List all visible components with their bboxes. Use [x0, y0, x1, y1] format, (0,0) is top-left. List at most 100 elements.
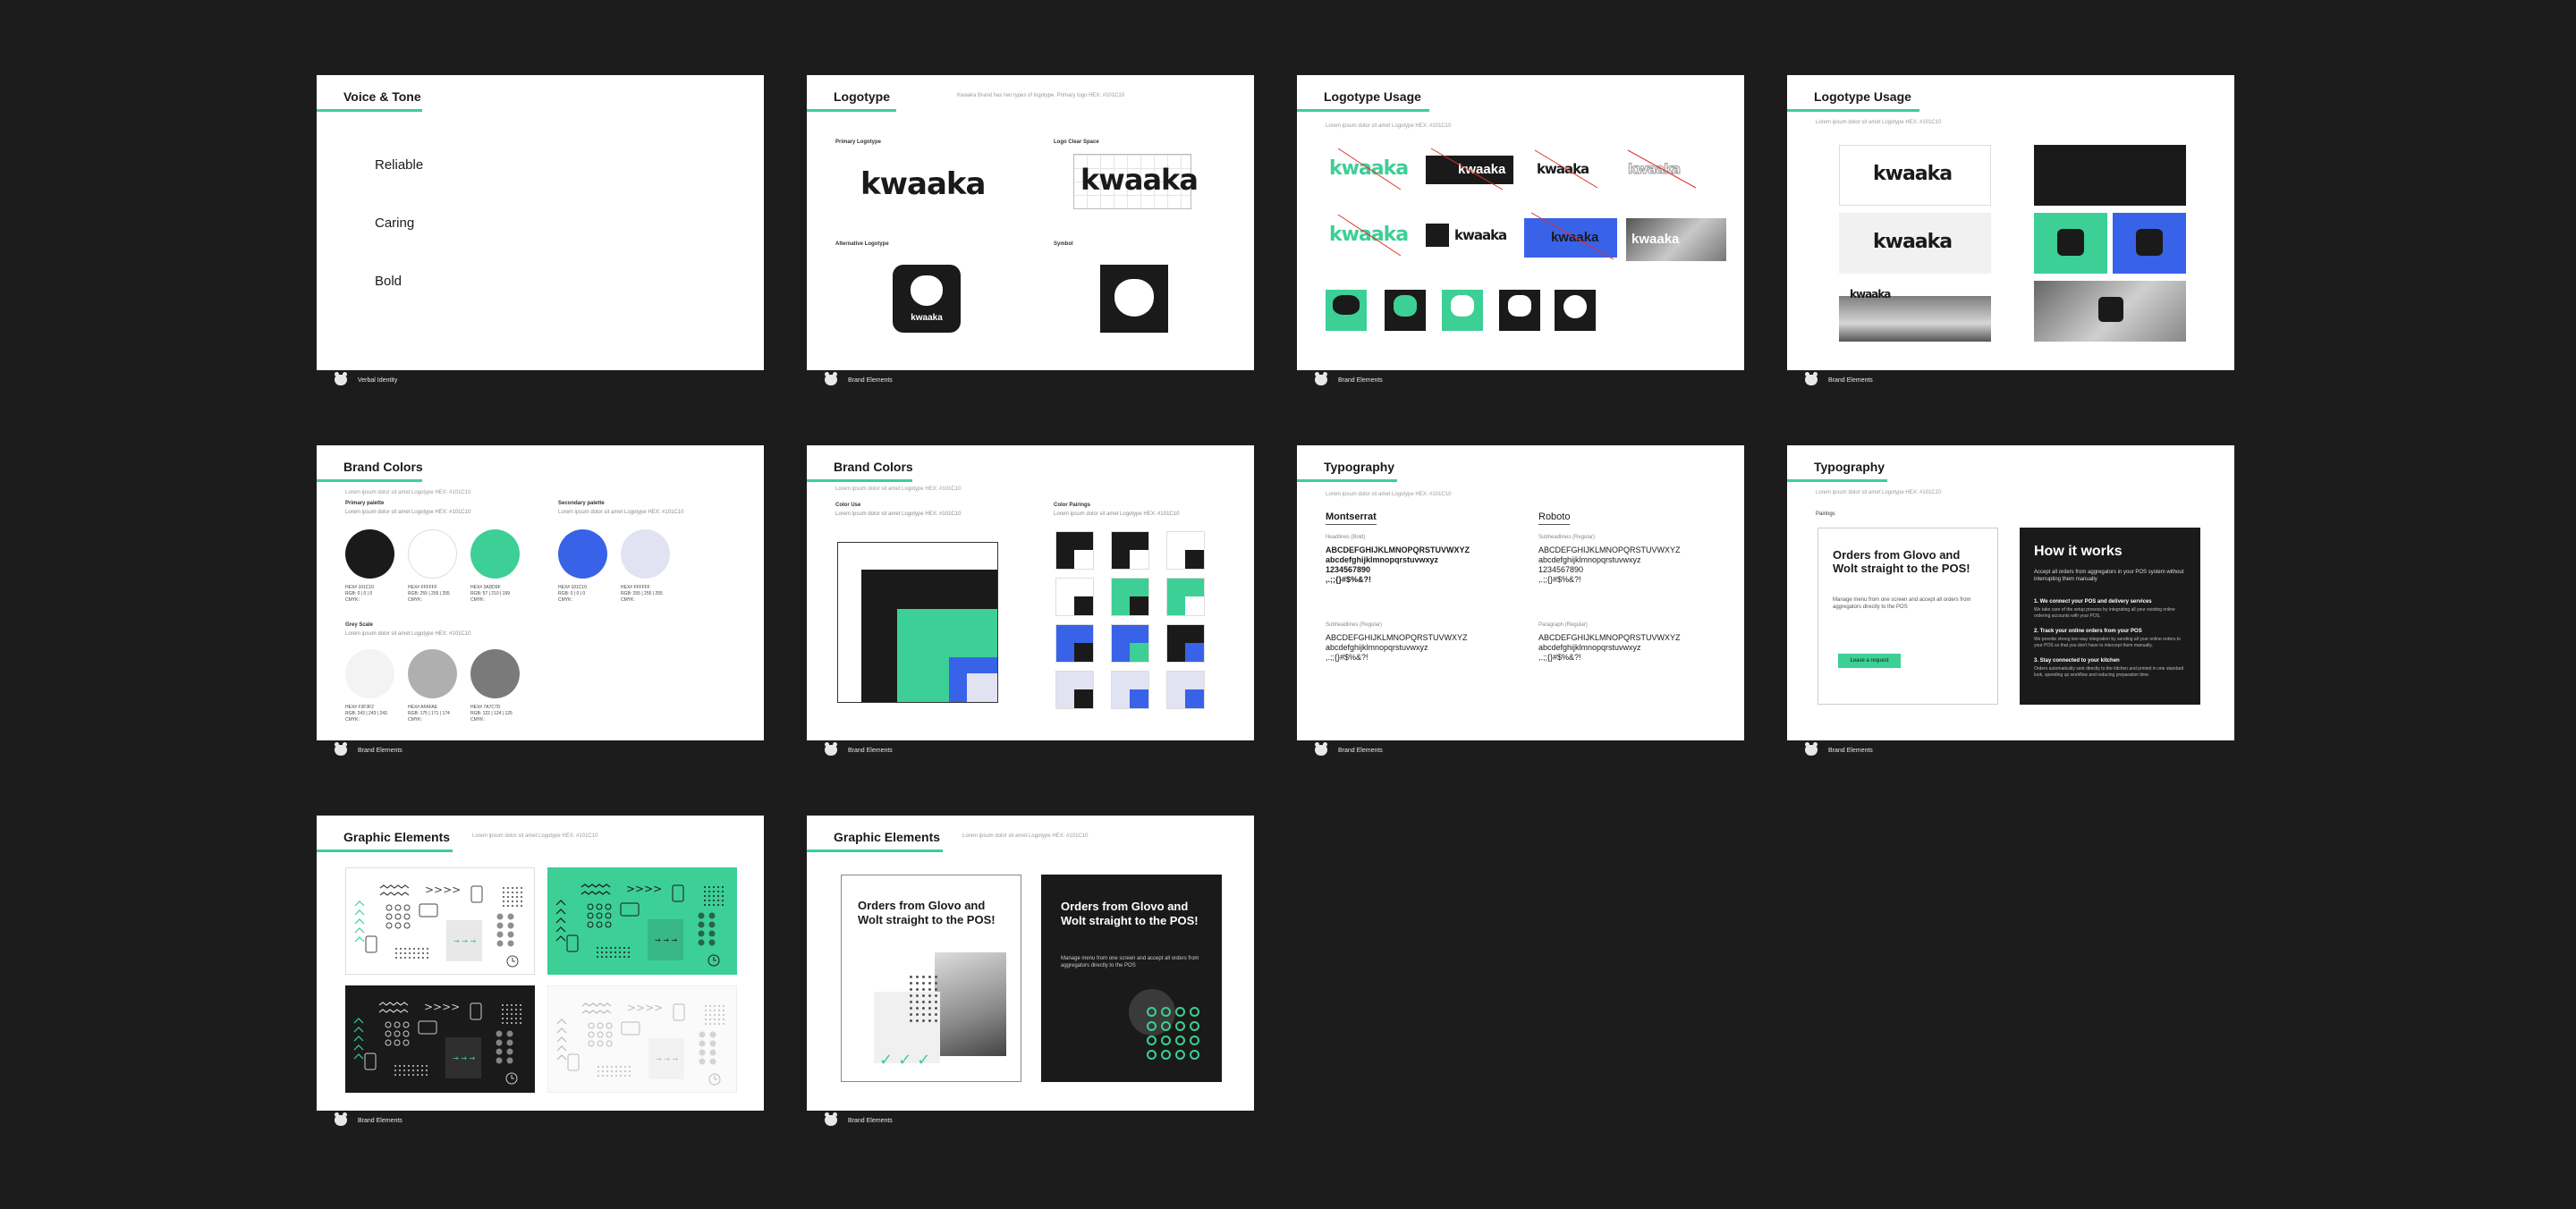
pattern-dot: [922, 1013, 925, 1016]
specimen-lower: abcdefghijklmnopqrstuvwxyz: [1326, 643, 1428, 652]
leave-request-button[interactable]: Leave a request: [1838, 654, 1901, 668]
slide-typography-fonts[interactable]: Typography Lorem ipsum dolor sit amet Lo…: [1297, 445, 1744, 740]
step-title: 2. Track your online orders from your PO…: [2034, 629, 2142, 634]
pattern-dot: [922, 1007, 925, 1010]
slide-footer: Brand Elements: [335, 741, 402, 759]
slide-title: Brand Colors: [343, 460, 423, 474]
slide-graphic-elements-applications[interactable]: Graphic Elements Lorem ipsum dolor sit a…: [807, 816, 1254, 1111]
slide-brand-colors-use[interactable]: Brand Colors Lorem ipsum dolor sit amet …: [807, 445, 1254, 740]
color-pairings-label: Color Pairings: [1054, 503, 1091, 508]
usage-tile-row3-2: [1385, 290, 1426, 331]
color-swatch: [558, 529, 607, 579]
ring-dot: [1175, 1036, 1185, 1045]
pairing-accent: [1185, 643, 1204, 662]
title-underline: [1297, 479, 1397, 482]
step-text: We provide strong two-way integration by…: [2034, 637, 2181, 648]
symbol-tile: [1100, 265, 1168, 333]
pattern-dot: [928, 1001, 931, 1003]
svg-text:>>>>: >>>>: [424, 1001, 460, 1013]
slide-description: Lorem ipsum dolor sit amet Logotype HEX:…: [1816, 120, 1942, 125]
pattern-dot: [910, 1019, 912, 1022]
svg-text:>>>>: >>>>: [626, 883, 662, 895]
symbol-label: Symbol: [1054, 241, 1073, 247]
slide-description: Lorem ipsum dolor sit amet Logotype HEX:…: [835, 486, 962, 492]
pairing-accent: [1185, 550, 1204, 569]
pairing-accent: [1185, 596, 1204, 615]
pairing-tile: [1166, 531, 1205, 570]
slide-description: Lorem ipsum dolor sit amet Logotype HEX:…: [345, 490, 471, 495]
title-underline: [317, 479, 422, 482]
bear-logo-icon: [335, 742, 347, 756]
pairing-accent: [1130, 550, 1148, 569]
slide-voice-tone[interactable]: Voice & Tone Reliable Caring Bold: [317, 75, 764, 370]
swatch-info: HEX# 101C10 RGB: 0 | 0 | 0 CMYK:: [345, 585, 374, 603]
footer-label: Brand Elements: [1828, 747, 1873, 754]
slide-title: Brand Colors: [834, 460, 913, 474]
primary-logotype-label: Primary Logotype: [835, 140, 882, 145]
pairing-accent: [1074, 689, 1093, 708]
color-swatch: [621, 529, 670, 579]
svg-text:>>>>: >>>>: [627, 1002, 663, 1014]
pattern-dot: [922, 1001, 925, 1003]
pattern-dot: [935, 1019, 937, 1022]
footer-label: Brand Elements: [1338, 747, 1383, 754]
light-pairing-card: Orders from Glovo and Wolt straight to t…: [1818, 528, 1998, 705]
primary-palette-desc: Lorem ipsum dolor sit amet Logotype HEX:…: [345, 510, 471, 515]
application-card-dark: Orders from Glovo and Wolt straight to t…: [1041, 875, 1222, 1082]
card-headline: Orders from Glovo and Wolt straight to t…: [858, 899, 996, 926]
pattern-dot: [910, 988, 912, 991]
pattern-dot: [928, 1013, 931, 1016]
pattern-dot: [928, 994, 931, 997]
pairing-tile: [1055, 531, 1094, 570]
title-underline: [807, 109, 896, 112]
specimen-upper: ABCDEFGHIJKLMNOPQRSTUVWXYZ: [1538, 545, 1681, 554]
slide-description: Lorem ipsum dolor sit amet Logotype HEX:…: [1326, 492, 1452, 497]
pattern-dot: [922, 976, 925, 978]
bear-logo-icon: [335, 1112, 347, 1126]
specimen-upper: ABCDEFGHIJKLMNOPQRSTUVWXYZ: [1326, 633, 1468, 642]
specimen-symbols: ,.;;{}#$%&?!: [1538, 653, 1581, 662]
font2-specimen-1: ABCDEFGHIJKLMNOPQRSTUVWXYZ abcdefghijklm…: [1538, 545, 1681, 585]
pairing-accent: [1074, 643, 1093, 662]
footer-label: Brand Elements: [358, 1117, 402, 1124]
pattern-dot: [935, 1007, 937, 1010]
alt-logo-tile: kwaaka: [893, 265, 961, 333]
title-underline: [807, 850, 943, 852]
pairing-tile: [1055, 671, 1094, 709]
slide-logotype[interactable]: Logotype Kwaaka Brand has two types of l…: [807, 75, 1254, 370]
pattern-dot: [916, 1013, 919, 1016]
pattern-dot: [916, 988, 919, 991]
specimen-digits: 1234567890: [1326, 565, 1371, 574]
pattern-card-green: >>>> → → →: [547, 867, 737, 975]
swatch-info: HEX# AFAFAE RGB: 175 | 171 | 174 CMYK:: [408, 705, 450, 723]
slide-graphic-elements-patterns[interactable]: Graphic Elements Lorem ipsum dolor sit a…: [317, 816, 764, 1111]
ring-dot: [1190, 1050, 1199, 1060]
slide-brand-colors-palette[interactable]: Brand Colors Lorem ipsum dolor sit amet …: [317, 445, 764, 740]
pattern-dot: [910, 1013, 912, 1016]
slide-typography-pairings[interactable]: Typography Lorem ipsum dolor sit amet Lo…: [1787, 445, 2234, 740]
specimen-upper: ABCDEFGHIJKLMNOPQRSTUVWXYZ: [1538, 633, 1681, 642]
title-underline: [317, 109, 422, 112]
alt-logo-text: kwaaka: [911, 313, 943, 323]
specimen-symbols: ,.;;{}#$%&?!: [1326, 653, 1368, 662]
specimen-lower: abcdefghijklmnopqrstuvwxyz: [1538, 643, 1641, 652]
footer-label: Brand Elements: [848, 1117, 893, 1124]
slide-title: Graphic Elements: [343, 830, 451, 844]
card-body: Manage menu from one screen and accept a…: [1061, 956, 1199, 968]
slide-footer: Brand Elements: [825, 1112, 893, 1129]
pattern-dot: [910, 994, 912, 997]
pattern-graphic: >>>>→ → →: [555, 883, 724, 967]
slide-footer: Brand Elements: [1805, 741, 1873, 759]
pattern-card-light: >>>> → → →: [547, 985, 737, 1093]
slide-logotype-usage-dos[interactable]: Logotype Usage Lorem ipsum dolor sit ame…: [1787, 75, 2234, 370]
slide-title: Typography: [1324, 460, 1395, 474]
color-swatch: [470, 529, 520, 579]
font1-sub1: Headlines (Bold): [1326, 535, 1366, 540]
color-use-label: Color Use: [835, 503, 861, 508]
footer-label: Brand Elements: [1338, 376, 1383, 384]
slide-logotype-usage-donts[interactable]: Logotype Usage Lorem ipsum dolor sit ame…: [1297, 75, 1744, 370]
bear-logo-icon: [1315, 742, 1327, 756]
pattern-dot: [935, 982, 937, 985]
pairing-accent: [1074, 596, 1093, 615]
font1-name: Montserrat: [1326, 512, 1377, 525]
